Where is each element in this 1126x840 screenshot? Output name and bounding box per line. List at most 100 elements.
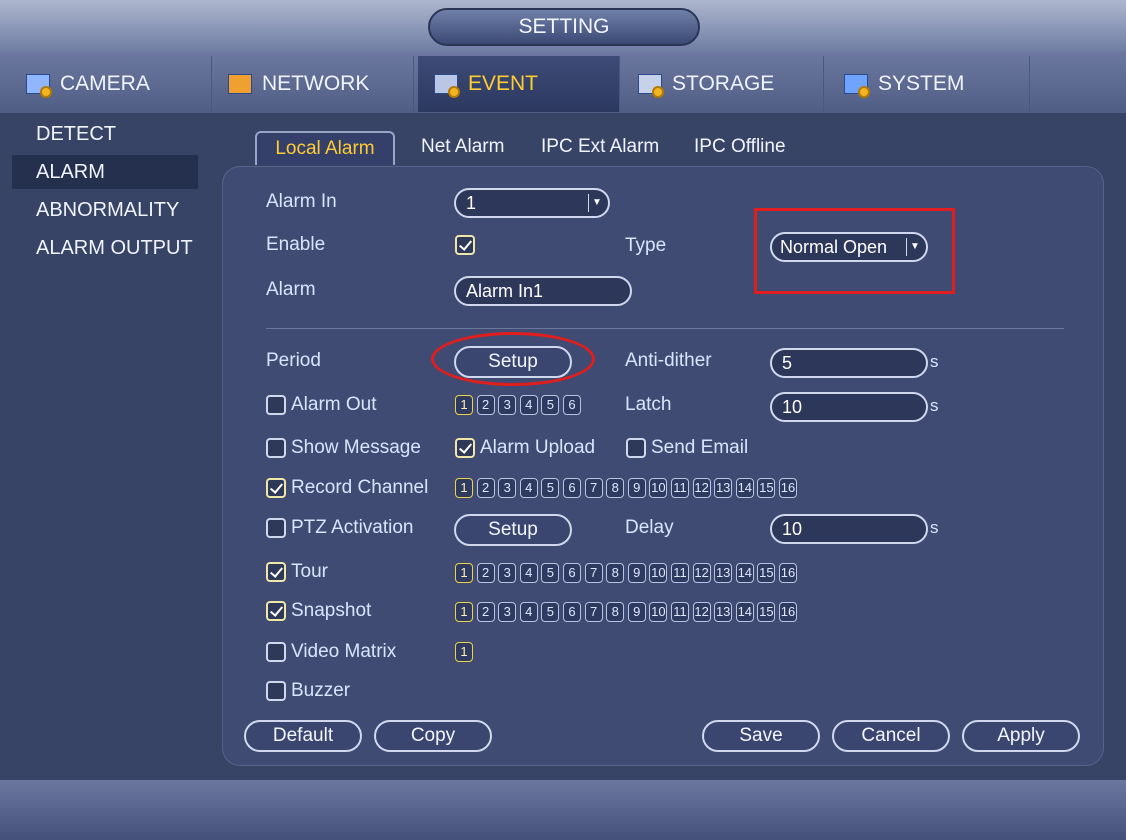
buzzer-checkbox[interactable] bbox=[266, 681, 286, 701]
snapshot-channel-12[interactable]: 12 bbox=[692, 602, 711, 622]
tab-camera[interactable]: CAMERA bbox=[10, 56, 212, 112]
latch-unit: s bbox=[930, 396, 939, 415]
alarm-out-channel-4[interactable]: 4 bbox=[519, 395, 538, 415]
record-channel-checkbox[interactable] bbox=[266, 478, 286, 498]
section-divider bbox=[266, 328, 1064, 329]
snapshot-channel-4[interactable]: 4 bbox=[519, 602, 538, 622]
copy-button[interactable]: Copy bbox=[374, 720, 492, 752]
subtab-ipc-offline[interactable]: IPC Offline bbox=[694, 131, 786, 163]
sidebar-item-alarm-output[interactable]: ALARM OUTPUT bbox=[12, 231, 198, 265]
tab-event-label: EVENT bbox=[468, 72, 539, 95]
snapshot-channel-15[interactable]: 15 bbox=[757, 602, 776, 622]
tour-channel-15[interactable]: 15 bbox=[757, 563, 776, 583]
tour-channel-8[interactable]: 8 bbox=[606, 563, 625, 583]
record-channel-4[interactable]: 4 bbox=[519, 478, 538, 498]
snapshot-channel-16[interactable]: 16 bbox=[779, 602, 797, 622]
anti-dither-input[interactable]: 5 bbox=[770, 348, 928, 378]
tour-channel-12[interactable]: 12 bbox=[692, 563, 711, 583]
sidebar-item-abnormality[interactable]: ABNORMALITY bbox=[12, 193, 198, 227]
tour-channel-7[interactable]: 7 bbox=[584, 563, 603, 583]
alarm-upload-checkbox[interactable] bbox=[455, 438, 475, 458]
tour-channel-4[interactable]: 4 bbox=[519, 563, 538, 583]
record-channel-14[interactable]: 14 bbox=[735, 478, 754, 498]
alarm-out-channel-2[interactable]: 2 bbox=[476, 395, 495, 415]
alarm-out-channel-1[interactable]: 1 bbox=[455, 395, 473, 415]
tour-checkbox[interactable] bbox=[266, 562, 286, 582]
apply-button[interactable]: Apply bbox=[962, 720, 1080, 752]
tour-channel-2[interactable]: 2 bbox=[476, 563, 495, 583]
record-channel-7[interactable]: 7 bbox=[584, 478, 603, 498]
video-matrix-channel-1[interactable]: 1 bbox=[455, 642, 473, 662]
tour-channel-10[interactable]: 10 bbox=[649, 563, 668, 583]
subtab-ipc-ext-alarm[interactable]: IPC Ext Alarm bbox=[541, 131, 659, 163]
snapshot-channel-9[interactable]: 9 bbox=[627, 602, 646, 622]
record-channel-6[interactable]: 6 bbox=[563, 478, 581, 498]
latch-input[interactable]: 10 bbox=[770, 392, 928, 422]
snapshot-channel-6[interactable]: 6 bbox=[563, 602, 581, 622]
tour-channel-5[interactable]: 5 bbox=[541, 563, 560, 583]
record-channel-15[interactable]: 15 bbox=[757, 478, 776, 498]
enable-checkbox[interactable] bbox=[455, 235, 475, 255]
save-button[interactable]: Save bbox=[702, 720, 820, 752]
video-matrix-checkbox[interactable] bbox=[266, 642, 286, 662]
alarm-in-label: Alarm In bbox=[266, 191, 337, 212]
sidebar-item-alarm[interactable]: ALARM bbox=[12, 155, 198, 189]
subtab-local-alarm[interactable]: Local Alarm bbox=[255, 131, 395, 165]
record-channel-8[interactable]: 8 bbox=[606, 478, 625, 498]
record-channel-16[interactable]: 16 bbox=[779, 478, 797, 498]
record-channel-3[interactable]: 3 bbox=[498, 478, 517, 498]
show-message-checkbox[interactable] bbox=[266, 438, 286, 458]
alarm-out-channel-6[interactable]: 6 bbox=[563, 395, 581, 415]
latch-label: Latch bbox=[625, 394, 672, 415]
send-email-checkbox[interactable] bbox=[626, 438, 646, 458]
tour-channel-11[interactable]: 11 bbox=[671, 563, 689, 583]
record-channel-13[interactable]: 13 bbox=[714, 478, 733, 498]
default-button[interactable]: Default bbox=[244, 720, 362, 752]
tour-channel-14[interactable]: 14 bbox=[735, 563, 754, 583]
alarm-in-value: 1 bbox=[466, 193, 477, 213]
delay-input[interactable]: 10 bbox=[770, 514, 928, 544]
alarm-out-channel-5[interactable]: 5 bbox=[541, 395, 560, 415]
alarm-name-input[interactable]: Alarm In1 bbox=[454, 276, 632, 306]
snapshot-channel-7[interactable]: 7 bbox=[584, 602, 603, 622]
snapshot-channel-11[interactable]: 11 bbox=[671, 602, 689, 622]
tour-channel-9[interactable]: 9 bbox=[627, 563, 646, 583]
snapshot-channel-10[interactable]: 10 bbox=[649, 602, 668, 622]
tab-storage[interactable]: STORAGE bbox=[622, 56, 824, 112]
record-channel-10[interactable]: 10 bbox=[649, 478, 668, 498]
period-label: Period bbox=[266, 350, 321, 371]
alarm-out-channel-3[interactable]: 3 bbox=[498, 395, 517, 415]
alarm-out-checkbox[interactable] bbox=[266, 395, 286, 415]
tab-system[interactable]: SYSTEM bbox=[828, 56, 1030, 112]
snapshot-channel-2[interactable]: 2 bbox=[476, 602, 495, 622]
snapshot-channel-3[interactable]: 3 bbox=[498, 602, 517, 622]
alarm-upload-label: Alarm Upload bbox=[480, 437, 596, 458]
alarm-in-select[interactable]: 1 ▼ bbox=[454, 188, 610, 218]
record-channel-label: Record Channel bbox=[291, 477, 429, 498]
tab-event[interactable]: EVENT bbox=[418, 56, 620, 112]
ptz-setup-button[interactable]: Setup bbox=[454, 514, 572, 546]
record-channel-11[interactable]: 11 bbox=[671, 478, 689, 498]
record-channel-9[interactable]: 9 bbox=[627, 478, 646, 498]
tour-channel-1[interactable]: 1 bbox=[455, 563, 473, 583]
record-channel-1[interactable]: 1 bbox=[455, 478, 473, 498]
snapshot-label: Snapshot bbox=[291, 600, 372, 621]
cancel-button[interactable]: Cancel bbox=[832, 720, 950, 752]
tour-channel-16[interactable]: 16 bbox=[779, 563, 797, 583]
snapshot-channel-1[interactable]: 1 bbox=[455, 602, 473, 622]
snapshot-channel-13[interactable]: 13 bbox=[714, 602, 733, 622]
ptz-activation-checkbox[interactable] bbox=[266, 518, 286, 538]
tour-channel-3[interactable]: 3 bbox=[498, 563, 517, 583]
record-channel-2[interactable]: 2 bbox=[476, 478, 495, 498]
tour-channel-13[interactable]: 13 bbox=[714, 563, 733, 583]
snapshot-channel-14[interactable]: 14 bbox=[735, 602, 754, 622]
snapshot-checkbox[interactable] bbox=[266, 601, 286, 621]
tour-channel-6[interactable]: 6 bbox=[563, 563, 581, 583]
record-channel-12[interactable]: 12 bbox=[692, 478, 711, 498]
snapshot-channel-5[interactable]: 5 bbox=[541, 602, 560, 622]
subtab-net-alarm[interactable]: Net Alarm bbox=[421, 131, 504, 163]
snapshot-channel-8[interactable]: 8 bbox=[606, 602, 625, 622]
record-channel-5[interactable]: 5 bbox=[541, 478, 560, 498]
tab-network[interactable]: NETWORK bbox=[212, 56, 414, 112]
sidebar-item-detect[interactable]: DETECT bbox=[12, 117, 198, 151]
